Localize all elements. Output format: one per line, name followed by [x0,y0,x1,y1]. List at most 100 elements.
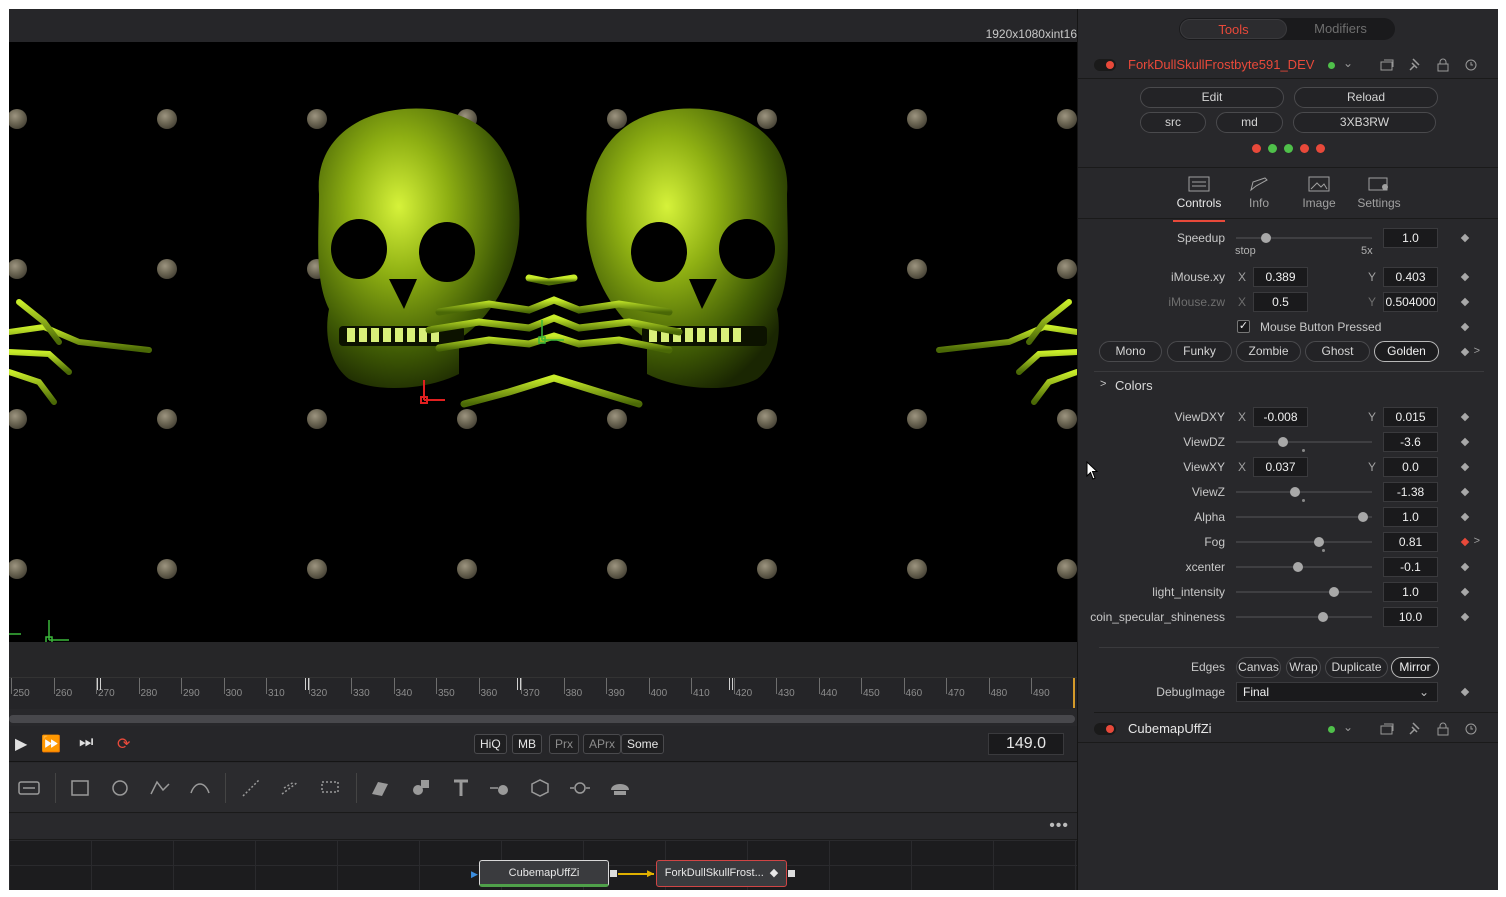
rectangle-mask-icon[interactable] [68,776,92,800]
view-z-value[interactable]: -1.38 [1383,482,1438,502]
light-intensity-value[interactable]: 1.0 [1383,582,1438,602]
coin-specular-slider[interactable] [1236,612,1372,622]
tab-modifiers[interactable]: Modifiers [1287,19,1394,39]
slider-knob[interactable] [1290,487,1301,497]
alpha-slider[interactable] [1236,512,1372,522]
light-intensity-slider[interactable] [1236,587,1372,597]
bspline-mask-icon[interactable] [188,776,212,800]
some-button[interactable]: Some [621,734,665,754]
slider-knob[interactable] [1277,437,1288,447]
keyframe-icon[interactable] [1460,487,1470,497]
keyframe-active-icon[interactable] [1460,537,1470,547]
prx-button[interactable]: Prx [549,734,579,754]
view-z-slider[interactable] [1236,487,1372,502]
fog-value[interactable]: 0.81 [1383,532,1438,552]
keyframe-icon[interactable] [1460,587,1470,597]
node-forkdullskull[interactable]: ForkDullSkullFrost... ◆ [656,860,787,887]
current-frame-field[interactable]: 149.0 [988,733,1064,755]
preset-funky-button[interactable]: Funky [1167,341,1232,362]
particle-flag-icon[interactable] [318,776,342,800]
playhead[interactable] [1073,678,1075,708]
node-editor[interactable]: ▶ CubemapUffZi ▶ ForkDullSkullFrost... ◆ [9,840,1077,890]
edges-canvas-button[interactable]: Canvas [1236,657,1281,678]
viewer-canvas[interactable] [9,42,1077,642]
edit-button[interactable]: Edit [1140,87,1284,108]
preset-mono-button[interactable]: Mono [1099,341,1162,362]
tab-info[interactable]: Info [1229,176,1289,210]
keyframe-icon[interactable] [1460,347,1470,357]
imouse-y-field[interactable]: 0.403 [1383,267,1438,287]
tool-enable-toggle[interactable] [1094,59,1116,71]
node-cubemap[interactable]: CubemapUffZi [479,860,609,887]
tab-settings[interactable]: Settings [1349,176,1409,210]
keyframe-icon[interactable] [1460,412,1470,422]
edges-wrap-button[interactable]: Wrap [1286,657,1321,678]
imouse-w-field[interactable]: 0.504000 [1383,292,1438,312]
slider-knob[interactable] [1358,512,1369,522]
ellipse-mask-icon[interactable] [108,776,132,800]
view-dy-field[interactable]: 0.015 [1383,407,1438,427]
xcenter-value[interactable]: -0.1 [1383,557,1438,577]
preset-ghost-button[interactable]: Ghost [1305,341,1370,362]
src-button[interactable]: src [1140,112,1206,133]
keyframe-icon[interactable] [1460,272,1470,282]
more-options-icon[interactable]: ••• [1049,817,1069,835]
slider-knob[interactable] [1329,587,1340,597]
imouse-z-field[interactable]: 0.5 [1253,292,1308,312]
camera-3d-icon[interactable] [528,776,552,800]
view-dz-value[interactable]: -3.6 [1383,432,1438,452]
image-plane-3d-icon[interactable] [368,776,392,800]
timeline-scrollbar[interactable] [9,715,1075,723]
polygon-mask-icon[interactable] [148,776,172,800]
mb-button[interactable]: MB [512,734,542,754]
md-button[interactable]: md [1216,112,1283,133]
view-y-field[interactable]: 0.0 [1383,457,1438,477]
keyframe-icon[interactable] [1460,512,1470,522]
output-port[interactable] [610,870,617,877]
merge-3d-icon[interactable] [488,776,512,800]
imouse-x-field[interactable]: 0.389 [1253,267,1308,287]
background-tool-icon[interactable] [17,776,41,800]
lock-icon[interactable] [1435,721,1451,737]
version-icon[interactable] [1379,57,1395,73]
edges-mirror-button[interactable]: Mirror [1391,657,1439,678]
xcenter-slider[interactable] [1236,562,1372,572]
keyframe-icon[interactable] [1460,297,1470,307]
chevron-down-icon[interactable]: ⌄ [1343,720,1359,736]
pin-icon[interactable] [1407,721,1423,737]
shape-3d-icon[interactable] [409,776,433,800]
view-x-field[interactable]: 0.037 [1253,457,1308,477]
reset-icon[interactable] [1463,721,1479,737]
lock-icon[interactable] [1435,57,1451,73]
reset-icon[interactable] [1463,57,1479,73]
chevron-right-icon[interactable]: > [1474,535,1480,547]
pin-icon[interactable] [1407,57,1423,73]
aprx-button[interactable]: APrx [583,734,622,754]
play-icon[interactable]: ▶ [15,734,27,754]
debug-image-select[interactable]: Final ⌄ [1236,682,1438,702]
speedup-slider[interactable] [1236,233,1372,243]
keyframe-icon[interactable] [1460,687,1470,697]
text-3d-icon[interactable] [449,776,473,800]
tab-tools[interactable]: Tools [1180,19,1287,39]
timeline-ruler[interactable]: 250 260 270 280 290 300 310 320 330 340 350 360 370 3… [9,677,1077,709]
fog-slider[interactable] [1236,537,1372,552]
tool-enable-toggle[interactable] [1094,723,1116,735]
particle-emitter-icon[interactable] [239,776,263,800]
hiq-button[interactable]: HiQ [474,734,507,754]
view-dz-slider[interactable] [1236,437,1372,452]
coin-specular-value[interactable]: 10.0 [1383,607,1438,627]
keyframe-icon[interactable] [1460,462,1470,472]
tool-name[interactable]: ForkDullSkullFrostbyte591_DEV [1128,57,1316,72]
view-dx-field[interactable]: -0.008 [1253,407,1308,427]
colors-section-header[interactable]: Colors [1115,378,1153,393]
keyframe-icon[interactable] [1460,612,1470,622]
edges-duplicate-button[interactable]: Duplicate [1325,657,1388,678]
speedup-value[interactable]: 1.0 [1383,228,1438,248]
chevron-down-icon[interactable]: ⌄ [1343,56,1359,72]
keyframe-icon[interactable] [1460,322,1470,332]
keyframe-icon[interactable] [1460,437,1470,447]
chevron-right-icon[interactable]: > [1474,345,1480,357]
light-3d-icon[interactable] [568,776,592,800]
preset-golden-button[interactable]: Golden [1374,341,1439,362]
